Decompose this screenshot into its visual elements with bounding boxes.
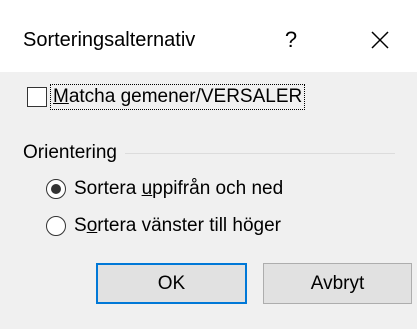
radio-label-left-to-right[interactable]: Sortera vänster till höger — [74, 214, 281, 238]
help-icon: ? — [284, 27, 298, 52]
mnemonic-letter: M — [53, 86, 69, 107]
match-case-label[interactable]: Matcha gemener/VERSALER — [50, 84, 306, 110]
label-text: rtera vänster till höger — [97, 215, 282, 236]
group-divider — [125, 152, 395, 154]
label-text: ppifrån och ned — [152, 178, 284, 199]
close-icon — [371, 31, 389, 49]
radio-button-unselected[interactable] — [46, 216, 66, 236]
checkbox-box[interactable] — [27, 87, 47, 107]
radio-sort-top-to-bottom[interactable]: Sortera uppifrån och ned — [46, 175, 283, 203]
radio-button-selected[interactable] — [46, 179, 66, 199]
title-bar: Sorteringsalternativ ? — [0, 0, 417, 72]
label-text: Sortera — [74, 178, 142, 199]
match-case-checkbox[interactable]: Matcha gemener/VERSALER — [27, 84, 306, 110]
label-text: atcha gemener/VERSALER — [68, 86, 303, 107]
ok-button[interactable]: OK — [96, 263, 247, 304]
dialog-content: Matcha gemener/VERSALER Orientering Sort… — [0, 72, 417, 329]
mnemonic-letter: u — [141, 178, 153, 199]
radio-dot — [51, 184, 61, 194]
mnemonic-letter: o — [86, 215, 98, 236]
orientation-group-header: Orientering — [23, 140, 395, 166]
radio-label-top-to-bottom[interactable]: Sortera uppifrån och ned — [74, 177, 283, 201]
cancel-button[interactable]: Avbryt — [263, 263, 412, 304]
orientation-group-title: Orientering — [23, 142, 117, 163]
dialog-title: Sorteringsalternativ — [23, 29, 196, 51]
close-button[interactable] — [362, 22, 398, 58]
help-button[interactable]: ? — [274, 22, 308, 58]
label-text: S — [74, 215, 87, 236]
radio-sort-left-to-right[interactable]: Sortera vänster till höger — [46, 212, 281, 240]
sort-options-dialog: Sorteringsalternativ ? Matcha gemener/VE… — [0, 0, 417, 329]
